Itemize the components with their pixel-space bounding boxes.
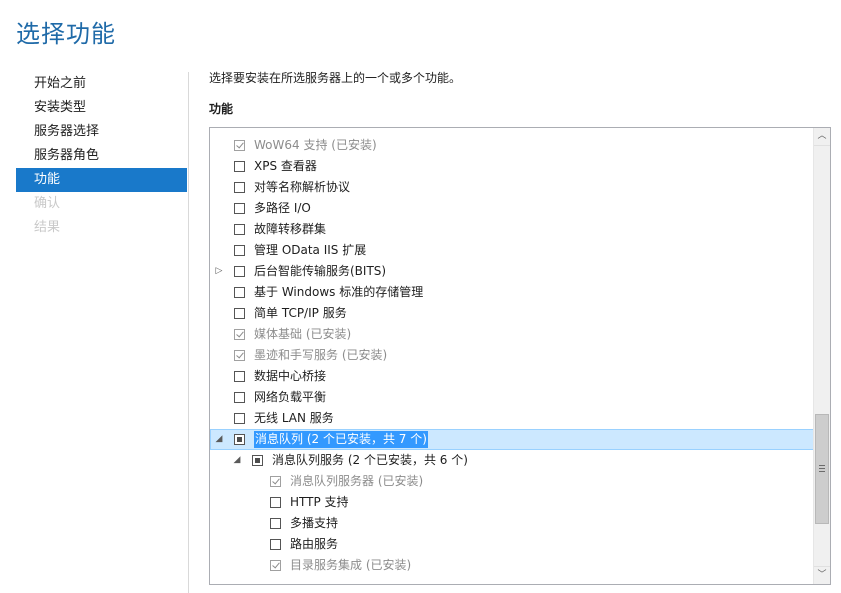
chevron-up-icon: ︿ <box>817 131 827 141</box>
feature-label: 管理 OData IIS 扩展 <box>254 243 367 257</box>
feature-row[interactable]: ▷ 后台智能传输服务(BITS) <box>210 261 814 282</box>
feature-checkbox[interactable] <box>234 203 245 214</box>
feature-checkbox[interactable] <box>270 539 281 550</box>
feature-label: 后台智能传输服务(BITS) <box>254 264 387 278</box>
feature-checkbox[interactable] <box>234 308 245 319</box>
feature-label: 对等名称解析协议 <box>254 180 351 194</box>
feature-row[interactable]: 墨迹和手写服务 (已安装) <box>210 345 814 366</box>
feature-row[interactable]: 目录服务集成 (已安装) <box>210 555 814 576</box>
nav-divider <box>188 72 189 593</box>
feature-row[interactable]: ◢ 消息队列服务 (2 个已安装，共 6 个) <box>210 450 814 471</box>
expander-expanded-icon[interactable]: ◢ <box>214 429 224 450</box>
feature-checkbox[interactable] <box>234 245 245 256</box>
feature-label: 消息队列服务 (2 个已安装，共 6 个) <box>272 453 468 467</box>
nav-item-installation-type[interactable]: 安装类型 <box>16 96 187 120</box>
nav-item-features[interactable]: 功能 <box>16 168 187 192</box>
feature-checkbox[interactable] <box>252 455 263 466</box>
feature-row[interactable]: 网络负载平衡 <box>210 387 814 408</box>
feature-label: 基于 Windows 标准的存储管理 <box>254 285 424 299</box>
feature-label: 媒体基础 (已安装) <box>254 327 352 341</box>
nav-item-confirmation: 确认 <box>34 196 61 211</box>
feature-checkbox[interactable] <box>234 161 245 172</box>
feature-row[interactable]: 简单 TCP/IP 服务 <box>210 303 814 324</box>
feature-checkbox[interactable] <box>270 560 281 571</box>
page-title: 选择功能 <box>16 20 116 48</box>
feature-checkbox[interactable] <box>234 350 245 361</box>
feature-label: 墨迹和手写服务 (已安装) <box>254 348 388 362</box>
feature-row[interactable]: ◢ 消息队列 (2 个已安装，共 7 个) <box>210 429 814 450</box>
feature-row[interactable]: HTTP 支持 <box>210 492 814 513</box>
nav-item-server-selection[interactable]: 服务器选择 <box>16 120 187 144</box>
feature-checkbox[interactable] <box>234 182 245 193</box>
feature-row[interactable]: XPS 查看器 <box>210 156 814 177</box>
feature-row[interactable]: 无线 LAN 服务 <box>210 408 814 429</box>
feature-label: 消息队列服务器 (已安装) <box>290 474 424 488</box>
features-tree[interactable]: WoW64 支持 (已安装) XPS 查看器对等名称解析协议 多路径 I/O 故障转移… <box>209 127 831 585</box>
scrollbar-thumb[interactable] <box>815 414 829 524</box>
feature-label: HTTP 支持 <box>290 495 349 509</box>
feature-row[interactable]: 消息队列服务器 (已安装) <box>210 471 814 492</box>
feature-checkbox[interactable] <box>270 476 281 487</box>
page-description: 选择要安装在所选服务器上的一个或多个功能。 <box>209 71 462 85</box>
features-list: WoW64 支持 (已安装) XPS 查看器对等名称解析协议 多路径 I/O 故障转移… <box>210 135 814 576</box>
feature-label: 数据中心桥接 <box>254 369 327 383</box>
feature-label: WoW64 支持 (已安装) <box>254 138 377 152</box>
grip-icon <box>819 465 825 472</box>
expander-collapsed-icon[interactable]: ▷ <box>214 261 224 282</box>
features-heading: 功能 <box>209 102 234 116</box>
nav-item-server-roles[interactable]: 服务器角色 <box>16 144 187 168</box>
feature-label: 多路径 I/O <box>254 201 311 215</box>
feature-row[interactable]: 管理 OData IIS 扩展 <box>210 240 814 261</box>
feature-label: 简单 TCP/IP 服务 <box>254 306 347 320</box>
feature-label: 消息队列 (2 个已安装，共 7 个) <box>254 431 428 448</box>
feature-label: 无线 LAN 服务 <box>254 411 334 425</box>
nav-item-results: 结果 <box>34 220 61 235</box>
feature-checkbox[interactable] <box>234 329 245 340</box>
feature-label: 故障转移群集 <box>254 222 327 236</box>
feature-row[interactable]: 基于 Windows 标准的存储管理 <box>210 282 814 303</box>
feature-label: XPS 查看器 <box>254 159 317 173</box>
feature-checkbox[interactable] <box>234 413 245 424</box>
scroll-down-button[interactable]: ﹀ <box>814 566 830 584</box>
feature-checkbox[interactable] <box>234 224 245 235</box>
feature-checkbox[interactable] <box>234 392 245 403</box>
feature-row[interactable]: 数据中心桥接 <box>210 366 814 387</box>
feature-row[interactable]: 对等名称解析协议 <box>210 177 814 198</box>
feature-row[interactable]: 多路径 I/O <box>210 198 814 219</box>
feature-row[interactable]: 媒体基础 (已安装) <box>210 324 814 345</box>
feature-checkbox[interactable] <box>270 497 281 508</box>
chevron-down-icon: ﹀ <box>817 570 827 580</box>
feature-row[interactable]: 故障转移群集 <box>210 219 814 240</box>
feature-row[interactable]: 路由服务 <box>210 534 814 555</box>
scroll-up-button[interactable]: ︿ <box>814 128 830 146</box>
feature-row[interactable]: WoW64 支持 (已安装) <box>210 135 814 156</box>
feature-checkbox[interactable] <box>234 287 245 298</box>
feature-label: 多播支持 <box>290 516 339 530</box>
feature-checkbox[interactable] <box>270 518 281 529</box>
wizard-nav: 开始之前 安装类型 服务器选择 服务器角色 功能 确认 结果 <box>16 72 187 240</box>
feature-checkbox[interactable] <box>234 434 245 445</box>
vertical-scrollbar[interactable]: ︿ ﹀ <box>813 128 830 584</box>
feature-checkbox[interactable] <box>234 266 245 277</box>
nav-item-before-you-begin[interactable]: 开始之前 <box>16 72 187 96</box>
feature-checkbox[interactable] <box>234 371 245 382</box>
feature-label: 路由服务 <box>290 537 339 551</box>
feature-label: 网络负载平衡 <box>254 390 327 404</box>
feature-label: 目录服务集成 (已安装) <box>290 558 412 572</box>
expander-expanded-icon[interactable]: ◢ <box>232 450 242 471</box>
feature-row[interactable]: 多播支持 <box>210 513 814 534</box>
feature-checkbox[interactable] <box>234 140 245 151</box>
